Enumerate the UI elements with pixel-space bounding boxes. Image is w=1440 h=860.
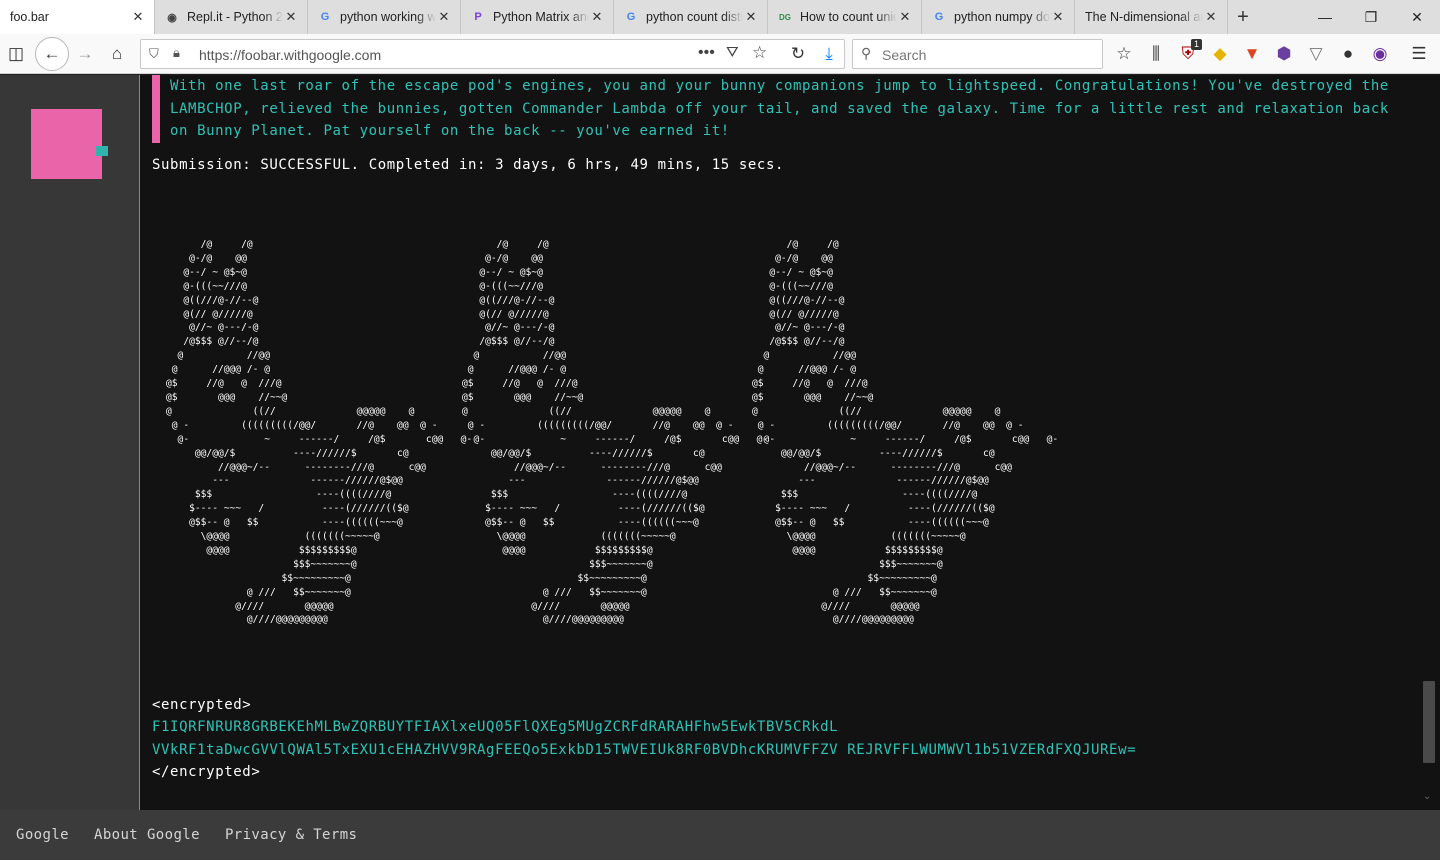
- tab-label: python count distinct: [646, 10, 743, 24]
- close-icon[interactable]: ✕: [283, 9, 299, 25]
- lock-icon[interactable]: 🔒︎: [173, 45, 180, 61]
- tab-label: foo.bar: [10, 10, 49, 24]
- tab-label: The N-dimensional array: [1085, 10, 1203, 24]
- tab-numpy-dot[interactable]: G python numpy dot ✕: [922, 0, 1075, 34]
- extension-purple-icon[interactable]: ⬢: [1270, 40, 1298, 68]
- footer: Google About Google Privacy & Terms: [0, 810, 1440, 860]
- footer-link-google[interactable]: Google: [16, 827, 69, 843]
- ascii-art: /@ /@ @-/@ @@ @--/ ~ @$~@ @-(((~~///@ @(…: [752, 239, 1059, 626]
- search-icon: ⚲: [861, 45, 872, 61]
- tab-python-count[interactable]: G python count distinct ✕: [614, 0, 768, 34]
- encrypted-text-line: F1IQRFNRUR8GRBEKEhMLBwZQRBUYTFIAXlxeUQ05…: [152, 719, 839, 735]
- search-placeholder: Search: [882, 47, 927, 63]
- minimize-icon[interactable]: —: [1302, 0, 1348, 34]
- download-icon[interactable]: ⤓: [815, 40, 843, 68]
- close-window-icon[interactable]: ✕: [1394, 0, 1440, 34]
- url-bar[interactable]: ⛉ 🔒︎ https://foobar.withgoogle.com ••• ⛛…: [140, 39, 845, 69]
- close-icon[interactable]: ✕: [1203, 9, 1219, 25]
- tab-how-to-count[interactable]: DG How to count unique ✕: [768, 0, 922, 34]
- shield-icon[interactable]: ⛉: [149, 46, 159, 62]
- final-message: With one last roar of the escape pod's e…: [152, 75, 1392, 143]
- google-icon: G: [320, 11, 330, 23]
- ascii-art: /@ /@ @-/@ @@ @--/ ~ @$~@ @-(((~~///@ @(…: [166, 239, 473, 626]
- close-icon[interactable]: ✕: [743, 9, 759, 25]
- close-icon[interactable]: ✕: [436, 9, 452, 25]
- close-icon[interactable]: ✕: [1050, 9, 1066, 25]
- forward-button[interactable]: →: [71, 40, 99, 68]
- extension-dark-icon[interactable]: ◉: [1366, 40, 1394, 68]
- footer-link-about[interactable]: About Google: [94, 827, 200, 843]
- tab-strip: foo.bar ✕ ◉ Repl.it - Python 2.7 ✕ G pyt…: [0, 0, 1440, 34]
- tab-python-working[interactable]: G python working with ✕: [308, 0, 461, 34]
- encrypted-close-tag: </encrypted>: [152, 764, 261, 780]
- submission-status: Submission: SUCCESSFUL. Completed in: 3 …: [152, 157, 785, 173]
- url-text[interactable]: https://foobar.withgoogle.com: [199, 47, 381, 63]
- encrypted-open-tag: <encrypted>: [152, 697, 252, 713]
- new-tab-button[interactable]: +: [1228, 0, 1258, 34]
- maximize-icon[interactable]: ❐: [1348, 0, 1394, 34]
- tab-label: How to count unique: [800, 10, 897, 24]
- menu-icon[interactable]: ☰: [1405, 40, 1433, 68]
- close-icon[interactable]: ✕: [589, 9, 605, 25]
- footer-link-privacy[interactable]: Privacy & Terms: [225, 827, 357, 843]
- sidebar-icon[interactable]: ◫: [2, 40, 30, 68]
- extension-gray-icon[interactable]: ▽: [1302, 40, 1330, 68]
- left-panel: [0, 75, 140, 810]
- scrollbar-thumb[interactable]: [1423, 681, 1435, 763]
- tab-label: Repl.it - Python 2.7: [187, 10, 283, 24]
- bookmark-manager-icon[interactable]: ☆: [1110, 40, 1138, 68]
- tab-foobar[interactable]: foo.bar ✕: [0, 0, 155, 34]
- tab-label: Python Matrix and: [493, 10, 589, 24]
- ascii-art: /@ /@ @-/@ @@ @--/ ~ @$~@ @-(((~~///@ @(…: [462, 239, 769, 626]
- tab-python-matrix[interactable]: P Python Matrix and ✕: [461, 0, 614, 34]
- close-icon[interactable]: ✕: [897, 9, 913, 25]
- page-content: With one last roar of the escape pod's e…: [0, 75, 1440, 810]
- avatar: [31, 109, 102, 179]
- library-icon[interactable]: ⫼: [1142, 40, 1170, 68]
- bookmark-star-icon[interactable]: ☆: [752, 43, 767, 63]
- scrollbar[interactable]: ⌄: [1420, 75, 1440, 810]
- extension-yellow-icon[interactable]: ◆: [1206, 40, 1234, 68]
- discussion-icon: DG: [779, 12, 791, 22]
- tab-label: python numpy dot: [954, 10, 1050, 24]
- search-input[interactable]: ⚲ Search: [852, 39, 1103, 69]
- replit-icon: ◉: [167, 11, 177, 24]
- programiz-icon: P: [474, 11, 482, 23]
- terminal[interactable]: With one last roar of the escape pod's e…: [140, 75, 1420, 810]
- tab-label: python working with: [340, 10, 436, 24]
- google-icon: G: [626, 11, 636, 23]
- account-icon[interactable]: ●: [1334, 40, 1362, 68]
- google-icon: G: [934, 11, 944, 23]
- tab-ndarray[interactable]: The N-dimensional array ✕: [1075, 0, 1228, 34]
- encrypted-text-line: VVkRF1taDwcGVVlQWAl5TxEXU1cEHAZHVV9RAgFE…: [152, 742, 1137, 758]
- home-icon[interactable]: ⌂: [103, 40, 131, 68]
- avatar-marker: [96, 146, 108, 156]
- reload-icon[interactable]: ↻: [784, 40, 812, 68]
- back-button[interactable]: ←: [35, 37, 69, 71]
- extension-badge: 1: [1191, 39, 1203, 50]
- close-icon[interactable]: ✕: [130, 9, 146, 25]
- pocket-icon[interactable]: ⛛: [726, 44, 739, 61]
- extension-red-icon[interactable]: ▼: [1238, 40, 1266, 68]
- chevron-down-icon[interactable]: ⌄: [1423, 791, 1431, 802]
- navigation-toolbar: ◫ ← → ⌂ ⛉ 🔒︎ https://foobar.withgoogle.c…: [0, 34, 1440, 74]
- page-actions-icon[interactable]: •••: [698, 44, 715, 62]
- tab-replit[interactable]: ◉ Repl.it - Python 2.7 ✕: [155, 0, 308, 34]
